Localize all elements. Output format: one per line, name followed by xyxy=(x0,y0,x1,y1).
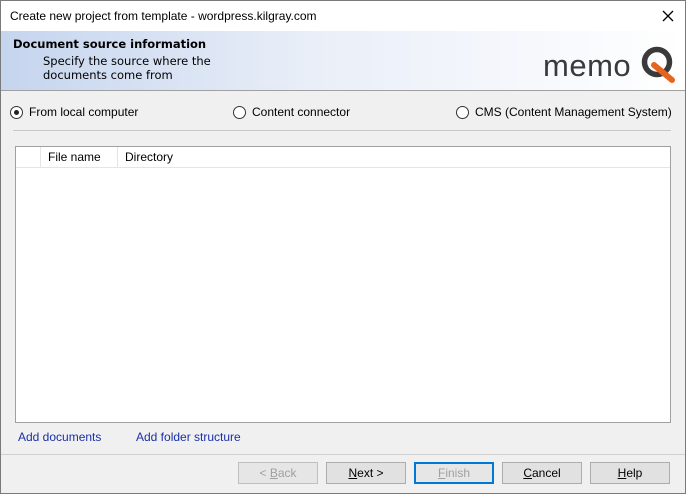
back-button[interactable]: < Back xyxy=(238,462,318,484)
radio-label: CMS (Content Management System) xyxy=(475,105,672,119)
banner-subtitle: Specify the source where the documents c… xyxy=(43,54,211,82)
radio-circle[interactable] xyxy=(233,105,246,119)
divider xyxy=(13,130,671,131)
title-bar: Create new project from template - wordp… xyxy=(1,1,685,31)
radio-cms[interactable]: CMS (Content Management System) xyxy=(456,105,672,119)
radio-circle[interactable] xyxy=(456,105,469,119)
column-file-name[interactable]: File name xyxy=(41,147,118,167)
cancel-button[interactable]: Cancel xyxy=(502,462,582,484)
header-banner: Document source information Specify the … xyxy=(1,31,685,91)
finish-button[interactable]: Finish xyxy=(414,462,494,484)
close-icon xyxy=(662,10,674,22)
help-button[interactable]: Help xyxy=(590,462,670,484)
radio-circle[interactable] xyxy=(10,105,23,119)
add-folder-structure-link[interactable]: Add folder structure xyxy=(136,430,241,444)
next-button[interactable]: Next > xyxy=(326,462,406,484)
radio-content-connector[interactable]: Content connector xyxy=(233,105,350,119)
memoq-logo: memo xyxy=(541,42,681,86)
column-checkbox[interactable] xyxy=(16,147,41,167)
column-directory[interactable]: Directory xyxy=(118,147,238,167)
add-documents-link[interactable]: Add documents xyxy=(18,430,101,444)
radio-label: From local computer xyxy=(29,105,139,119)
file-list[interactable]: File name Directory xyxy=(15,146,671,423)
window-title: Create new project from template - wordp… xyxy=(10,9,317,23)
file-list-header: File name Directory xyxy=(16,147,670,168)
svg-text:memo: memo xyxy=(543,48,631,83)
dialog-window: Create new project from template - wordp… xyxy=(0,0,686,494)
divider xyxy=(1,454,685,455)
radio-from-local-computer[interactable]: From local computer xyxy=(10,105,138,119)
radio-label: Content connector xyxy=(252,105,351,119)
banner-title: Document source information xyxy=(13,37,207,51)
close-button[interactable] xyxy=(651,1,685,31)
